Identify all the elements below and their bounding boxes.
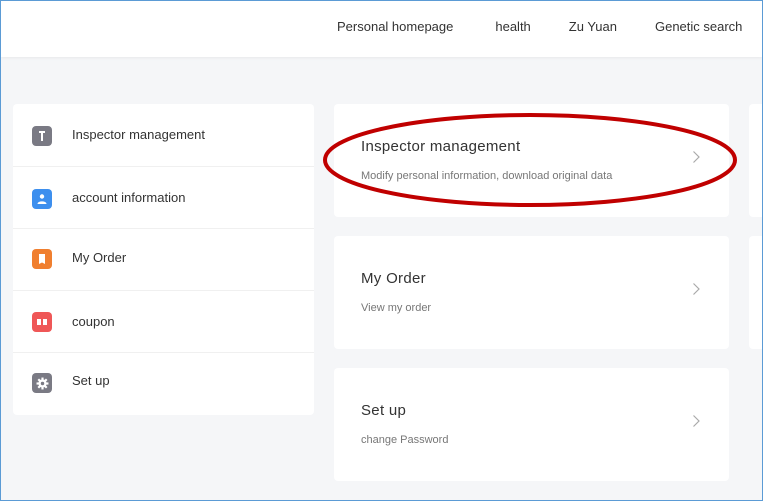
user-icon xyxy=(32,189,52,209)
sidebar-item-label: My Order xyxy=(72,250,127,265)
card-set-up[interactable]: Set up change Password xyxy=(334,368,729,481)
sidebar-item-account-information[interactable]: account information xyxy=(13,166,314,229)
gear-icon xyxy=(32,373,52,393)
chevron-right-icon xyxy=(693,151,700,163)
sidebar-item-label: Inspector management xyxy=(72,127,205,142)
nav-zu-yuan[interactable]: Zu Yuan xyxy=(569,19,617,34)
nav-genetic-search[interactable]: Genetic search xyxy=(655,19,742,34)
chevron-right-icon xyxy=(693,415,700,427)
card-subtitle: Modify personal information, download or… xyxy=(361,170,613,182)
sidebar-item-label: coupon xyxy=(72,314,115,329)
card-title: My Order xyxy=(361,270,426,287)
app-frame: Personal homepage health Zu Yuan Genetic… xyxy=(0,0,763,501)
partial-card-right xyxy=(749,236,762,349)
nav-personal-homepage[interactable]: Personal homepage xyxy=(337,19,453,34)
partial-card-right xyxy=(749,104,762,217)
tool-icon xyxy=(32,126,52,146)
card-title: Inspector management xyxy=(361,138,521,155)
card-subtitle: change Password xyxy=(361,434,449,446)
card-inspector-management[interactable]: Inspector management Modify personal inf… xyxy=(334,104,729,217)
nav-health[interactable]: health xyxy=(495,19,530,34)
sidebar-item-set-up[interactable]: Set up xyxy=(13,352,314,414)
sidebar-item-inspector-management[interactable]: Inspector management xyxy=(13,104,314,167)
card-title: Set up xyxy=(361,402,407,419)
sidebar-item-coupon[interactable]: coupon xyxy=(13,290,314,353)
sidebar-item-label: Set up xyxy=(72,373,110,388)
card-subtitle: View my order xyxy=(361,302,432,314)
chevron-right-icon xyxy=(693,283,700,295)
sidebar-item-label: account information xyxy=(72,190,186,205)
sidebar-menu: Inspector management account information… xyxy=(13,104,314,415)
coupon-icon xyxy=(32,312,52,332)
top-navigation-bar: Personal homepage health Zu Yuan Genetic… xyxy=(1,1,762,57)
sidebar-item-my-order[interactable]: My Order xyxy=(13,228,314,291)
card-my-order[interactable]: My Order View my order xyxy=(334,236,729,349)
top-nav: Personal homepage health Zu Yuan Genetic… xyxy=(337,19,742,34)
order-icon xyxy=(32,249,52,269)
